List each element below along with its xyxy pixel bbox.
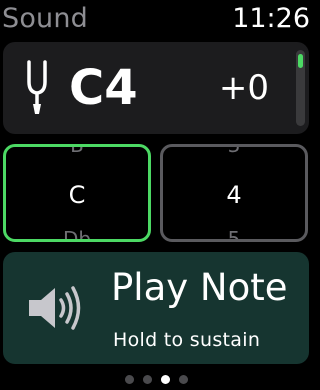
play-note-button[interactable]: Play Note Hold to sustain	[3, 252, 309, 364]
octave-picker-next: 5	[227, 227, 241, 242]
octave-picker[interactable]: 3 4 5	[160, 144, 308, 242]
play-note-label: Play Note	[111, 266, 288, 309]
sustain-hint: Hold to sustain	[113, 329, 261, 351]
tuning-fork-icon	[27, 60, 47, 114]
app-title: Sound	[2, 3, 89, 34]
speaker-icon	[29, 286, 81, 330]
tuner-card: C4 +0	[3, 42, 309, 134]
cents-offset: +0	[218, 68, 269, 108]
page-indicator	[0, 375, 312, 387]
status-bar: Sound 11:26	[0, 0, 312, 40]
scroll-thumb	[298, 54, 303, 68]
octave-picker-previous: 3	[227, 144, 241, 157]
page-dot	[160, 375, 170, 384]
note-picker[interactable]: B C Db	[3, 144, 151, 242]
page-dot	[142, 375, 152, 384]
page-dot	[124, 375, 134, 384]
note-picker-next: Db	[62, 227, 92, 242]
octave-picker-selected: 4	[226, 181, 242, 209]
clock: 11:26	[232, 3, 310, 34]
note-picker-previous: B	[70, 144, 84, 157]
scroll-indicator[interactable]	[296, 50, 305, 126]
current-note: C4	[69, 60, 138, 116]
page-dot	[178, 375, 188, 384]
note-picker-selected: C	[68, 181, 86, 209]
